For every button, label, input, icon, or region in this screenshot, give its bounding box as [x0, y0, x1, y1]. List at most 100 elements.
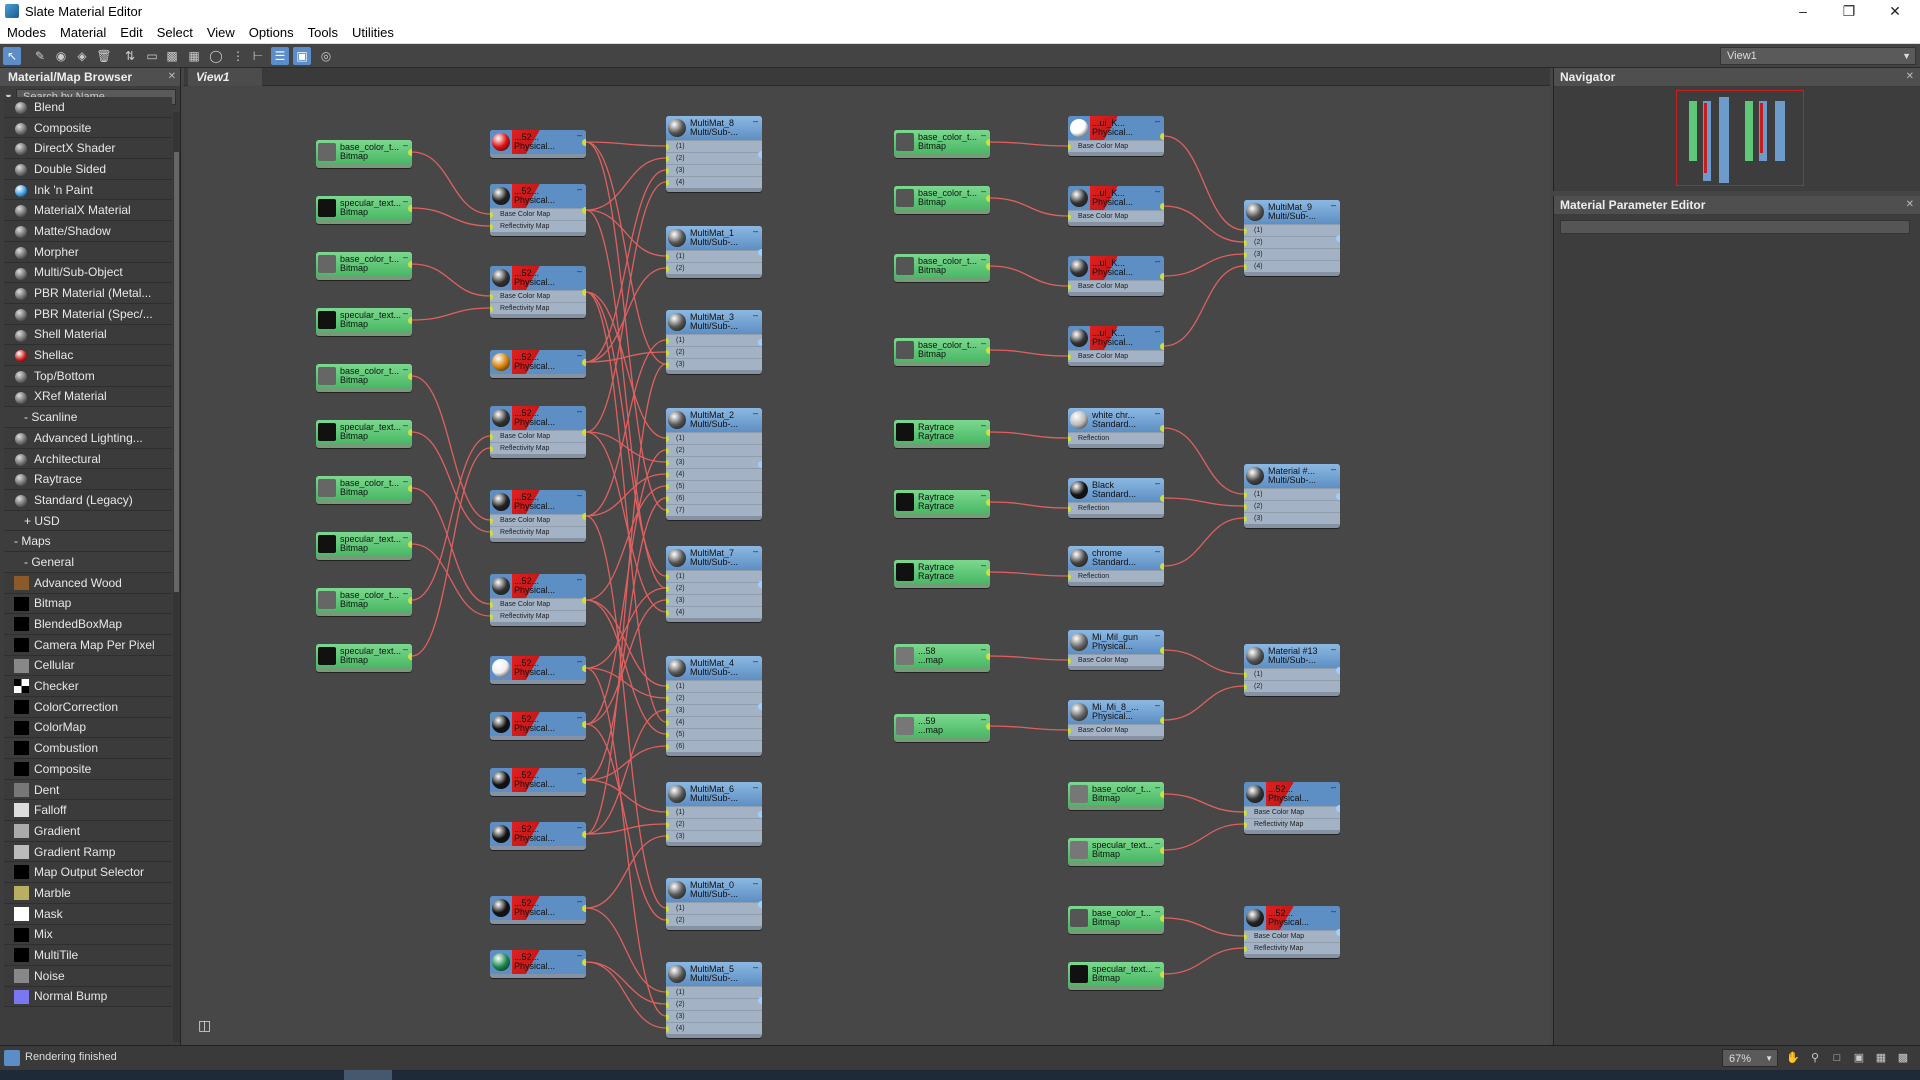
node-header[interactable]: MultiMat_3 Multi/Sub-... ‒ — [666, 310, 762, 334]
node-input-slot[interactable]: (1) — [666, 140, 762, 152]
material-node[interactable]: ...ui_K... Physical... ‒ Base Color Map — [1068, 116, 1164, 156]
node-output-socket[interactable] — [582, 721, 586, 728]
browser-item[interactable]: Camera Map Per Pixel — [4, 634, 172, 656]
node-minimize-icon[interactable]: ‒ — [981, 131, 986, 140]
node-input-slot[interactable]: Base Color Map — [1244, 930, 1340, 942]
node-header[interactable]: ...52... Physical... ‒ — [490, 712, 586, 736]
browser-item[interactable]: Mix — [4, 924, 172, 946]
node-minimize-icon[interactable]: ‒ — [403, 421, 408, 430]
node-header[interactable]: Mi_Mil_gun Physical... ‒ — [1068, 630, 1164, 654]
menu-material[interactable]: Material — [53, 25, 113, 40]
material-node[interactable]: ...52... Physical... ‒ — [490, 130, 586, 158]
node-minimize-icon[interactable]: ‒ — [577, 951, 582, 960]
node-header[interactable]: Raytrace Raytrace ‒ — [894, 490, 990, 514]
frame-all-icon[interactable]: ▩ — [1896, 1051, 1910, 1065]
material-node[interactable]: Black Standard... ‒ Reflection — [1068, 478, 1164, 518]
node-minimize-icon[interactable]: ‒ — [577, 575, 582, 584]
node-minimize-icon[interactable]: ‒ — [403, 533, 408, 542]
bitmap-node[interactable]: ...58 ...map ‒ — [894, 644, 990, 672]
bitmap-node[interactable]: base_color_t... Bitmap ‒ — [894, 130, 990, 158]
material-node[interactable]: white chr... Standard... ‒ Reflection — [1068, 408, 1164, 448]
node-header[interactable]: specular_text... Bitmap ‒ — [316, 196, 412, 220]
node-header[interactable]: MultiMat_2 Multi/Sub-... ‒ — [666, 408, 762, 432]
bitmap-node[interactable]: ...59 ...map ‒ — [894, 714, 990, 742]
pan-hand-icon[interactable]: ✋ — [1786, 1051, 1800, 1065]
node-header[interactable]: MultiMat_8 Multi/Sub-... ‒ — [666, 116, 762, 140]
node-input-slot[interactable]: (4) — [666, 176, 762, 188]
node-output-socket[interactable] — [1160, 791, 1164, 798]
node-output-socket[interactable] — [582, 429, 586, 436]
material-node[interactable]: MultiMat_4 Multi/Sub-... ‒ (1) (2) (3) (4) (5)(… — [666, 656, 762, 756]
node-minimize-icon[interactable]: ‒ — [753, 117, 758, 126]
material-node[interactable]: ...52... Physical... ‒ — [490, 656, 586, 684]
node-input-slot[interactable]: (4) — [666, 468, 762, 480]
node-output-socket[interactable] — [408, 429, 412, 436]
zoom-extents-icon[interactable]: ▣ — [1852, 1051, 1866, 1065]
node-header[interactable]: Material #... Multi/Sub-... ‒ — [1244, 464, 1340, 488]
bitmap-node[interactable]: base_color_t... Bitmap ‒ — [894, 338, 990, 366]
node-output-socket[interactable] — [758, 151, 762, 158]
node-input-slot[interactable]: (3) — [666, 456, 762, 468]
browser-item[interactable]: Ink 'n Paint — [4, 179, 172, 201]
node-minimize-icon[interactable]: ‒ — [1331, 907, 1336, 916]
menu-edit[interactable]: Edit — [113, 25, 149, 40]
menu-select[interactable]: Select — [150, 25, 200, 40]
node-input-slot[interactable]: Base Color Map — [1068, 350, 1164, 362]
node-minimize-icon[interactable]: ‒ — [753, 311, 758, 320]
node-header[interactable]: base_color_t... Bitmap ‒ — [894, 338, 990, 362]
node-input-slot[interactable]: Base Color Map — [1068, 654, 1164, 666]
node-output-socket[interactable] — [408, 261, 412, 268]
node-minimize-icon[interactable]: ‒ — [1155, 963, 1160, 972]
node-input-slot[interactable]: (1) — [666, 806, 762, 818]
menu-view[interactable]: View — [200, 25, 242, 40]
node-input-slot[interactable]: (3) — [1244, 512, 1340, 524]
node-output-socket[interactable] — [408, 597, 412, 604]
node-minimize-icon[interactable]: ‒ — [577, 491, 582, 500]
material-node[interactable]: Material #13 Multi/Sub-... ‒ (1) (2) — [1244, 644, 1340, 696]
node-header[interactable]: white chr... Standard... ‒ — [1068, 408, 1164, 432]
bitmap-node[interactable]: base_color_t... Bitmap ‒ — [1068, 906, 1164, 934]
node-input-slot[interactable]: (1) — [1244, 224, 1340, 236]
node-minimize-icon[interactable]: ‒ — [577, 131, 582, 140]
browser-item[interactable]: Advanced Wood — [4, 572, 172, 594]
browser-scrollbar-thumb[interactable] — [174, 152, 179, 592]
node-minimize-icon[interactable]: ‒ — [981, 715, 986, 724]
node-header[interactable]: base_color_t... Bitmap ‒ — [1068, 782, 1164, 806]
node-header[interactable]: ...ui_K... Physical... ‒ — [1068, 256, 1164, 280]
node-input-slot[interactable]: Base Color Map — [490, 514, 586, 526]
node-header[interactable]: base_color_t... Bitmap ‒ — [894, 254, 990, 278]
node-minimize-icon[interactable]: ‒ — [753, 657, 758, 666]
node-input-slot[interactable]: Reflectivity Map — [490, 526, 586, 538]
node-header[interactable]: ...59 ...map ‒ — [894, 714, 990, 738]
bitmap-node[interactable]: base_color_t... Bitmap ‒ — [316, 476, 412, 504]
material-node[interactable]: ...52... Physical... ‒ Base Color Map Reflec… — [490, 490, 586, 542]
node-input-slot[interactable]: Reflectivity Map — [490, 442, 586, 454]
zoom-region-icon[interactable]: □ — [1830, 1051, 1844, 1065]
browser-item[interactable]: MultiTile — [4, 945, 172, 966]
node-minimize-icon[interactable]: ‒ — [981, 421, 986, 430]
browser-item[interactable]: Standard (Legacy) — [4, 490, 172, 511]
node-header[interactable]: specular_text... Bitmap ‒ — [316, 532, 412, 556]
pick-material-icon[interactable]: ✎ — [31, 47, 49, 65]
material-node[interactable]: ...52... Physical... ‒ Base Color Map Reflec… — [490, 266, 586, 318]
browser-group[interactable]: - Scanline — [4, 407, 172, 428]
material-node[interactable]: ...ui_K... Physical... ‒ Base Color Map — [1068, 256, 1164, 296]
show-map-icon[interactable]: ▩ — [163, 47, 181, 65]
menu-options[interactable]: Options — [242, 25, 301, 40]
node-minimize-icon[interactable]: ‒ — [1155, 907, 1160, 916]
node-input-slot[interactable]: (3) — [666, 164, 762, 176]
node-header[interactable]: ...52... Physical... ‒ — [490, 350, 586, 374]
node-header[interactable]: ...52... Physical... ‒ — [490, 950, 586, 974]
material-node[interactable]: ...52... Physical... ‒ — [490, 896, 586, 924]
node-output-socket[interactable] — [1336, 667, 1340, 674]
node-input-slot[interactable]: (3) — [1244, 248, 1340, 260]
material-node[interactable]: ...52... Physical... ‒ — [490, 350, 586, 378]
node-input-slot[interactable]: Reflection — [1068, 502, 1164, 514]
node-minimize-icon[interactable]: ‒ — [981, 645, 986, 654]
node-header[interactable]: ...52... Physical... ‒ — [1244, 782, 1340, 806]
node-header[interactable]: MultiMat_1 Multi/Sub-... ‒ — [666, 226, 762, 250]
node-input-slot[interactable]: (2) — [1244, 680, 1340, 692]
taskbar-item[interactable] — [344, 1070, 392, 1080]
material-node[interactable]: MultiMat_6 Multi/Sub-... ‒ (1) (2) (3) — [666, 782, 762, 846]
node-minimize-icon[interactable]: ‒ — [1331, 201, 1336, 210]
